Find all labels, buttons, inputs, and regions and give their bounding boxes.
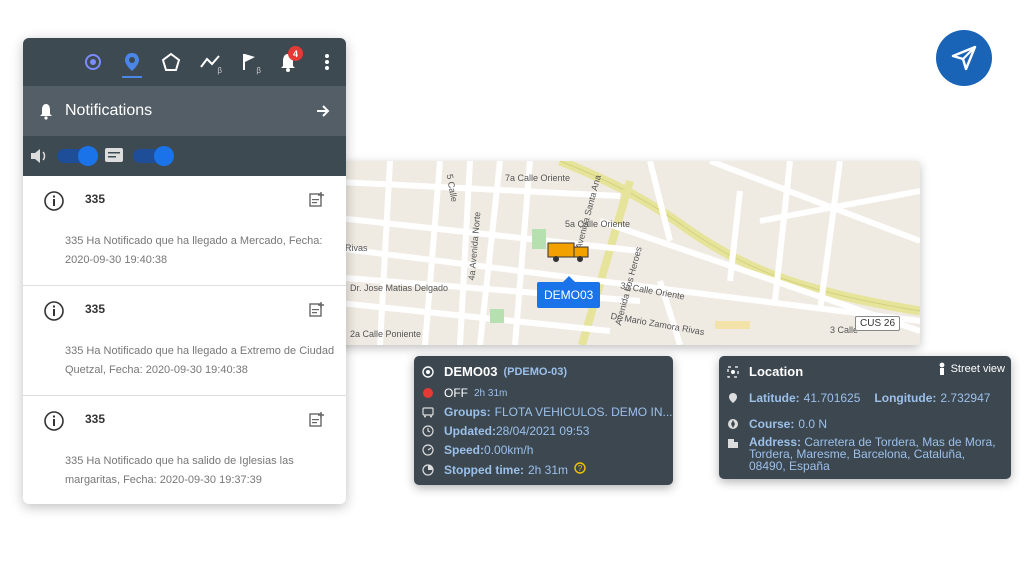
course-value: 0.0 N [798, 417, 828, 431]
course-row: Course: 0.0 N [727, 417, 827, 431]
vehicle-marker-label[interactable]: DEMO03 [537, 276, 601, 308]
crosshair-icon[interactable] [73, 42, 112, 82]
map-view[interactable]: 7a Calle Oriente 5a Calle Oriente 3a Cal… [320, 161, 920, 345]
location-title-row: Location [727, 364, 803, 379]
road-badge: CUS 26 [855, 316, 901, 331]
compass-icon [727, 418, 739, 430]
address-row: Address: Carretera de Tordera, Mas de Mo… [727, 436, 1003, 472]
notification-title: 335 [85, 192, 106, 206]
add-note-icon[interactable] [308, 190, 326, 208]
location-popup: Location Street view Latitude: 41.701625… [719, 356, 1011, 479]
polygon-icon[interactable] [151, 42, 190, 82]
navigation-arrow-icon [951, 45, 977, 71]
truck-icon[interactable] [546, 237, 592, 263]
bell-icon[interactable]: 4 [268, 42, 307, 82]
beta-label: β [256, 66, 261, 75]
info-icon [44, 191, 64, 211]
notifications-panel: β β 4 Notifications 335 335 Ha Notificad… [23, 38, 346, 504]
vehicle-stopped-row: Stopped time: 2h 31m ? [422, 462, 586, 477]
vehicle-code: (PDEMO-03) [503, 365, 568, 378]
clock-icon [422, 425, 434, 437]
longitude-label: Longitude: [874, 391, 937, 405]
street-label: Dr. Jose Matias Delgado [350, 283, 449, 293]
info-icon [44, 301, 64, 321]
building-icon [727, 436, 739, 448]
stopwatch-icon [422, 463, 434, 476]
location-target-icon [727, 365, 739, 378]
crosshair-icon [422, 365, 434, 378]
vehicle-status: OFF [444, 386, 468, 400]
status-dot-icon [422, 387, 434, 399]
speedometer-icon [422, 444, 434, 456]
map-pin-icon[interactable] [112, 42, 151, 82]
vehicle-name: DEMO03 [444, 364, 498, 379]
add-note-icon[interactable] [308, 300, 326, 318]
stopped-value: 2h 31m [528, 462, 569, 477]
beta-label: β [217, 66, 222, 75]
add-note-icon[interactable] [308, 410, 326, 428]
updated-value: 28/04/2021 09:53 [496, 424, 590, 438]
volume-icon [31, 149, 46, 163]
list-item[interactable]: 335 335 Ha Notificado que ha salido de I… [23, 396, 346, 504]
notification-title: 335 [85, 412, 106, 426]
vehicle-title-row: DEMO03 (PDEMO-03) [422, 364, 567, 379]
notification-count-badge: 4 [288, 46, 303, 61]
top-toolbar: β β 4 [23, 38, 346, 86]
vehicle-status-duration: 2h 31m [474, 387, 508, 399]
message-icon [105, 148, 123, 162]
groups-label: Groups: [444, 405, 491, 419]
app-stage: 7a Calle Oriente 5a Calle Oriente 3a Cal… [0, 0, 1024, 576]
stopped-label: Stopped time: [444, 462, 524, 477]
pegman-icon [939, 362, 944, 375]
vehicle-status-row: OFF 2h 31m [422, 386, 507, 400]
vehicle-updated-row: Updated: 28/04/2021 09:53 [422, 424, 589, 438]
coordinates-row: Latitude: 41.701625 Longitude: 2.732947 [727, 391, 990, 405]
notification-controls [23, 136, 346, 176]
popup-toggle[interactable] [133, 146, 174, 166]
longitude-value: 2.732947 [940, 391, 991, 405]
arrow-right-icon[interactable] [314, 102, 332, 120]
notification-body: 335 Ha Notificado que ha llegado a Merca… [65, 235, 323, 266]
sound-toggle[interactable] [57, 146, 98, 166]
speed-value: 0.00km/h [484, 443, 534, 457]
list-item[interactable]: 335 335 Ha Notificado que ha llegado a M… [23, 176, 346, 286]
route-icon[interactable]: β [190, 42, 229, 82]
notifications-header: Notifications [23, 86, 346, 136]
flag-icon[interactable]: β [229, 42, 268, 82]
notifications-title: Notifications [65, 102, 153, 119]
bell-icon [40, 104, 52, 120]
send-location-button[interactable] [936, 30, 992, 86]
help-icon[interactable]: ? [574, 462, 586, 477]
list-item[interactable]: 335 335 Ha Notificado que ha llegado a E… [23, 286, 346, 396]
location-title: Location [749, 364, 804, 379]
map-pin-icon [727, 392, 739, 404]
more-vertical-icon[interactable] [307, 42, 346, 82]
bus-icon [422, 406, 434, 418]
svg-text:?: ? [578, 464, 583, 473]
notification-body: 335 Ha Notificado que ha llegado a Extre… [65, 345, 335, 376]
groups-value: FLOTA VEHICULOS. DEMO IN... [494, 405, 673, 419]
latitude-value: 41.701625 [803, 391, 861, 405]
vehicle-speed-row: Speed: 0.00km/h [422, 443, 533, 457]
speed-label: Speed: [444, 443, 485, 457]
vehicle-groups-row: Groups: FLOTA VEHICULOS. DEMO IN... [422, 405, 672, 419]
notification-body: 335 Ha Notificado que ha salido de Igles… [65, 455, 294, 486]
notification-title: 335 [85, 302, 106, 316]
street-label: 2a Calle Poniente [350, 329, 422, 339]
course-label: Course: [749, 417, 795, 431]
street-label: 5a Calle Oriente [565, 219, 631, 229]
street-label: 3 Calle [830, 325, 859, 335]
street-view-label: Street view [950, 363, 1005, 375]
latitude-label: Latitude: [749, 391, 800, 405]
vehicle-info-popup: DEMO03 (PDEMO-03) OFF 2h 31m Groups: FLO… [414, 356, 673, 485]
street-label: 7a Calle Oriente [505, 173, 571, 183]
info-icon [44, 411, 64, 431]
street-view-link[interactable]: Street view [937, 362, 1005, 376]
updated-label: Updated: [444, 424, 496, 438]
